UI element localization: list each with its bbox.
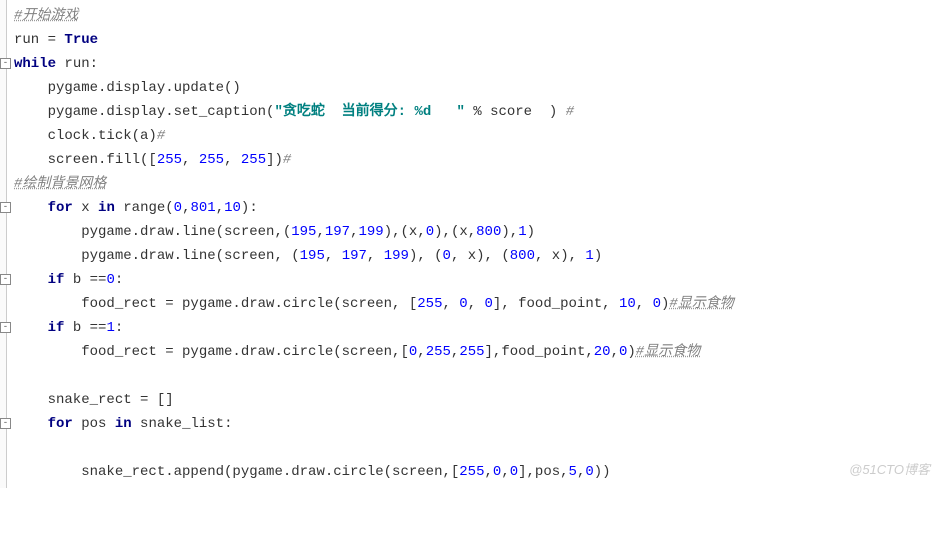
code-line [6, 364, 940, 388]
code-line: #绘制背景网格 [6, 172, 940, 196]
code-line: clock.tick(a)# [6, 124, 940, 148]
code-line: pygame.display.set_caption("贪吃蛇 当前得分: %d… [6, 100, 940, 124]
fold-icon[interactable]: - [0, 418, 11, 429]
code-line: screen.fill([255, 255, 255])# [6, 148, 940, 172]
code-line: run = True [6, 28, 940, 52]
fold-icon[interactable]: - [0, 322, 11, 333]
code-block: #开始游戏 run = True -while run: pygame.disp… [0, 0, 940, 488]
watermark: @51CTO博客 [849, 458, 930, 482]
code-line [6, 436, 940, 460]
code-line: pygame.draw.line(screen,(195,197,199),(x… [6, 220, 940, 244]
code-line: food_rect = pygame.draw.circle(screen,[0… [6, 340, 940, 364]
fold-icon[interactable]: - [0, 58, 11, 69]
fold-icon[interactable]: - [0, 202, 11, 213]
fold-icon[interactable]: - [0, 274, 11, 285]
code-line: snake_rect = [] [6, 388, 940, 412]
comment: #开始游戏 [14, 8, 78, 24]
code-line: snake_rect.append(pygame.draw.circle(scr… [6, 460, 940, 484]
code-line: food_rect = pygame.draw.circle(screen, [… [6, 292, 940, 316]
code-line: - if b ==1: [6, 316, 940, 340]
code-line: - for x in range(0,801,10): [6, 196, 940, 220]
code-line: pygame.display.update() [6, 76, 940, 100]
code-line: - if b ==0: [6, 268, 940, 292]
code-line: #开始游戏 [6, 4, 940, 28]
code-line: pygame.draw.line(screen, (195, 197, 199)… [6, 244, 940, 268]
code-line: -while run: [6, 52, 940, 76]
comment: #绘制背景网格 [14, 176, 106, 192]
code-line: - for pos in snake_list: [6, 412, 940, 436]
